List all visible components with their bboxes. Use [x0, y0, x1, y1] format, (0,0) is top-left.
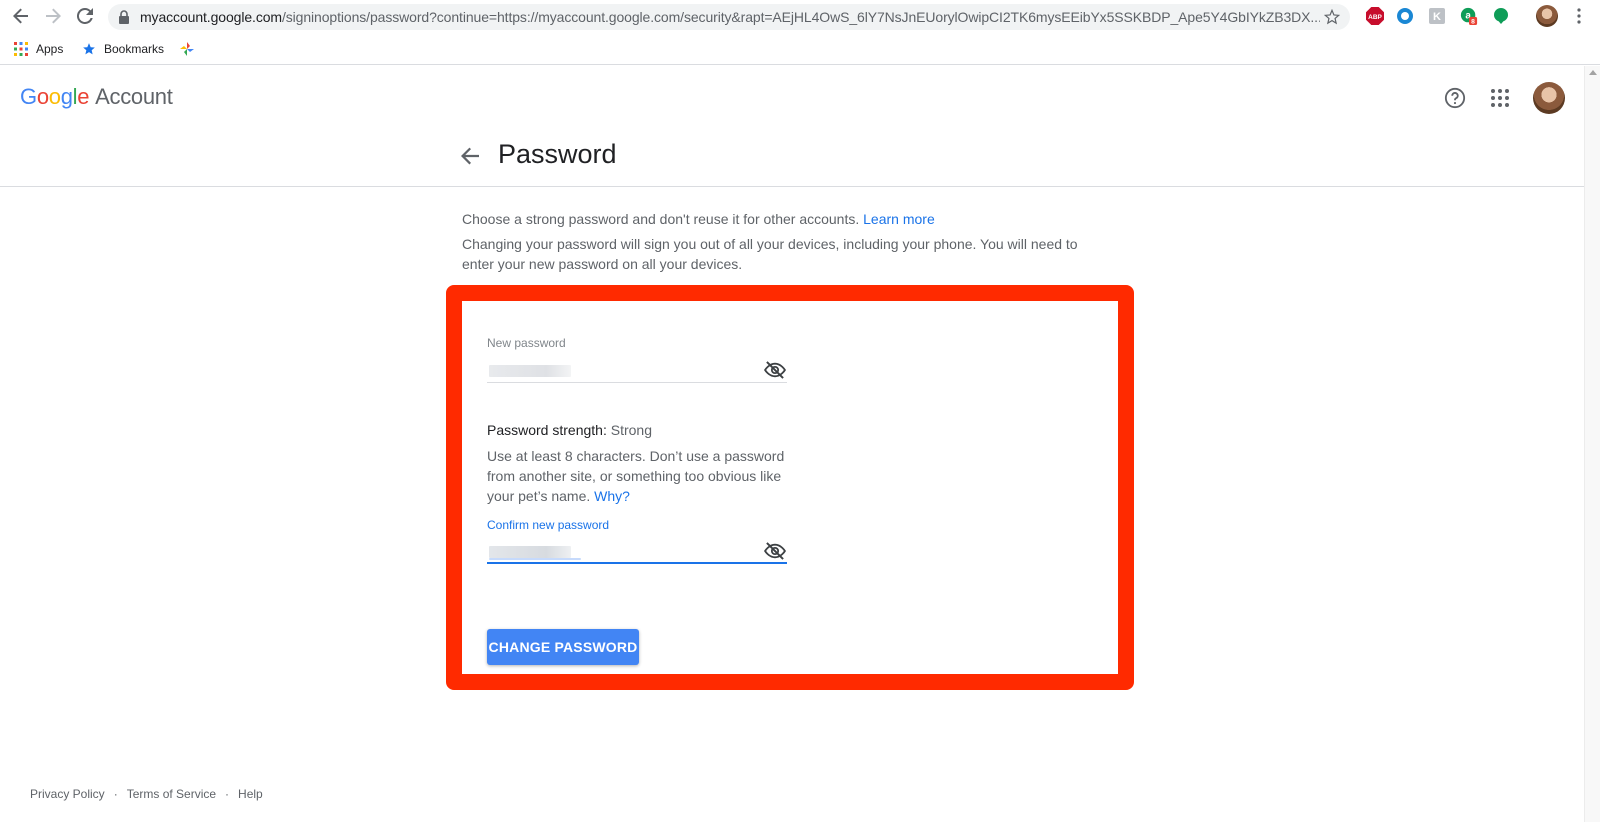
logo-letter: g [60, 84, 73, 109]
apps-bookmark[interactable]: Apps [14, 40, 63, 58]
green-a-extension-icon[interactable]: a8 [1460, 7, 1478, 26]
forward-button[interactable] [42, 5, 64, 27]
google-apps-icon[interactable] [1488, 86, 1512, 110]
change-password-button[interactable]: CHANGE PASSWORD [487, 629, 639, 665]
terms-of-service-link[interactable]: Terms of Service [127, 787, 216, 801]
svg-text:K: K [1433, 11, 1441, 23]
google-account-logo[interactable]: Google Account [20, 84, 173, 110]
eye-off-icon[interactable] [763, 359, 787, 381]
back-arrow-icon[interactable] [458, 144, 482, 168]
new-password-label: New password [487, 336, 566, 350]
google-account-header: Google Account [0, 66, 1584, 130]
intro-text: Choose a strong password and don't reuse… [462, 209, 935, 229]
strength-label: Password strength: [487, 422, 607, 438]
address-bar[interactable]: myaccount.google.com/signinoptions/passw… [108, 4, 1350, 30]
apps-grid-icon [14, 42, 28, 56]
masked-password-value [489, 546, 571, 558]
privacy-policy-link[interactable]: Privacy Policy [30, 787, 105, 801]
logo-letter: e [77, 84, 90, 109]
intro-sentence: Choose a strong password and don't reuse… [462, 211, 860, 227]
confirm-password-field[interactable] [487, 534, 787, 564]
password-help-text: Use at least 8 characters. Don’t use a p… [487, 446, 787, 506]
new-password-field[interactable] [487, 353, 787, 383]
logo-letter: o [36, 84, 49, 109]
confirm-password-label: Confirm new password [487, 518, 610, 532]
svg-text:8: 8 [1471, 19, 1475, 26]
bookmarks-label: Bookmarks [104, 42, 165, 56]
masked-password-value [489, 365, 571, 377]
browser-toolbar: myaccount.google.com/signinoptions/passw… [0, 0, 1600, 33]
footer: Privacy Policy · Terms of Service · Help [30, 787, 263, 801]
bookmarks-bar: Apps Bookmarks [0, 33, 1600, 65]
logo-letter: G [20, 84, 37, 109]
star-icon[interactable] [1324, 9, 1340, 25]
help-icon[interactable] [1443, 86, 1467, 110]
help-sentence: Use at least 8 characters. Don’t use a p… [487, 448, 785, 504]
account-label: Account [95, 84, 173, 109]
menu-dots-icon[interactable] [1570, 7, 1588, 25]
eye-off-icon[interactable] [763, 540, 787, 562]
footer-separator: · [113, 787, 118, 801]
title-bar: Password [0, 130, 1584, 187]
page-title: Password [498, 139, 617, 169]
reload-icon [77, 8, 93, 24]
svg-text:ABP: ABP [1368, 14, 1382, 21]
password-strength: Password strength: Strong [487, 422, 652, 438]
pinwheel-icon [180, 42, 194, 56]
vertical-scrollbar[interactable] [1584, 66, 1600, 822]
apps-label: Apps [36, 42, 64, 56]
url-text: myaccount.google.com/signinoptions/passw… [140, 9, 1320, 25]
page-content: Google Account Password Choose a strong … [0, 66, 1584, 822]
reload-button[interactable] [74, 5, 96, 27]
adblock-plus-icon[interactable]: ABP [1366, 7, 1384, 25]
help-link[interactable]: Help [238, 787, 263, 801]
account-avatar[interactable] [1533, 82, 1565, 114]
learn-more-link[interactable]: Learn more [863, 211, 935, 227]
strength-value: Strong [610, 422, 652, 438]
logo-letter: o [48, 84, 61, 109]
arrow-left-icon [13, 8, 28, 24]
scroll-up-arrow-icon[interactable] [1589, 70, 1597, 75]
star-filled-icon [83, 43, 95, 55]
bookmarks-folder[interactable]: Bookmarks [82, 40, 164, 58]
sign-out-notice: Changing your password will sign you out… [462, 236, 1078, 272]
footer-separator: · [225, 787, 230, 801]
pinwheel-bookmark[interactable] [180, 40, 202, 58]
arrow-right-icon [46, 8, 61, 24]
gray-extension-icon[interactable]: K [1428, 7, 1446, 25]
why-link[interactable]: Why? [594, 488, 630, 504]
lock-icon [119, 10, 129, 24]
green-bubble-extension-icon[interactable] [1492, 7, 1510, 25]
back-button[interactable] [10, 5, 32, 27]
profile-avatar-icon[interactable] [1536, 5, 1558, 27]
ring-extension-icon[interactable] [1396, 7, 1414, 25]
text-selection [489, 558, 581, 560]
